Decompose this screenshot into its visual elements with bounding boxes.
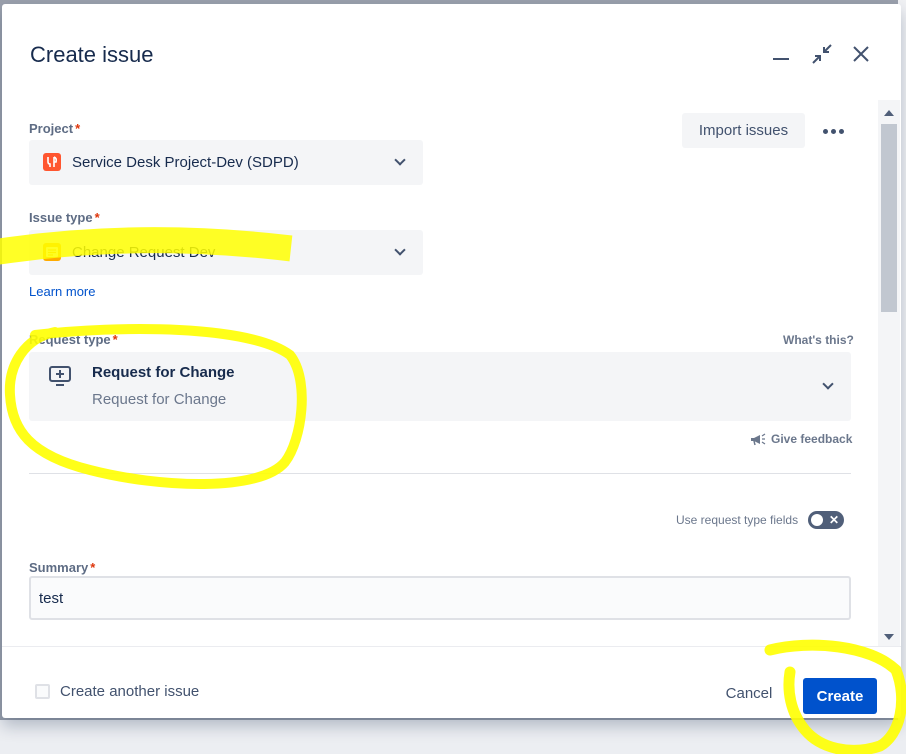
toggle-knob <box>811 514 823 526</box>
issue-type-label: Issue type * <box>29 210 100 225</box>
megaphone-icon <box>751 433 766 446</box>
chevron-down-icon <box>394 154 406 166</box>
import-issues-button[interactable]: Import issues <box>682 113 805 148</box>
summary-input[interactable] <box>29 576 851 620</box>
more-actions-button[interactable] <box>815 118 851 144</box>
section-divider <box>29 473 851 474</box>
dialog-title: Create issue <box>30 42 154 67</box>
create-button[interactable]: Create <box>803 678 877 714</box>
issue-type-value: Change Request Dev <box>72 244 216 261</box>
project-value: Service Desk Project-Dev (SDPD) <box>72 154 299 171</box>
close-button[interactable] <box>847 40 875 68</box>
minimize-icon <box>773 58 789 60</box>
project-label: Project * <box>29 121 81 136</box>
collapse-button[interactable] <box>808 40 836 68</box>
more-icon <box>822 128 844 134</box>
background-page-footer <box>0 720 906 754</box>
request-fields-toggle-label: Use request type fields <box>676 513 799 527</box>
chevron-down-icon <box>394 244 406 256</box>
project-select[interactable]: Service Desk Project-Dev (SDPD) <box>29 140 423 185</box>
summary-label: Summary * <box>29 560 96 575</box>
learn-more-link[interactable]: Learn more <box>29 284 95 299</box>
give-feedback-label: Give feedback <box>771 432 853 446</box>
create-another-label: Create another issue <box>60 683 200 700</box>
request-type-label: Request type * <box>29 332 118 347</box>
dialog-body: Project * Import issues Service Desk Proj… <box>2 100 882 646</box>
change-request-icon <box>43 243 61 261</box>
close-icon <box>853 46 869 62</box>
issue-type-select[interactable]: Change Request Dev <box>29 230 423 275</box>
create-issue-dialog: Create issue Project * Import issues Serv <box>2 4 901 718</box>
chevron-down-icon <box>822 378 834 390</box>
create-another-checkbox[interactable] <box>35 684 50 699</box>
request-type-select[interactable]: Request for Change Request for Change <box>29 352 851 421</box>
minimize-button[interactable] <box>767 40 795 68</box>
request-type-description: Request for Change <box>92 391 227 408</box>
give-feedback-button[interactable]: Give feedback <box>750 432 852 446</box>
dialog-scrollbar[interactable] <box>878 100 900 646</box>
collapse-icon <box>812 44 832 64</box>
request-type-title: Request for Change <box>92 364 235 381</box>
footer-divider <box>2 646 901 647</box>
toggle-off-icon: ✕ <box>829 513 840 527</box>
scroll-up-icon[interactable] <box>884 110 894 116</box>
request-fields-toggle[interactable]: ✕ <box>808 511 844 529</box>
whats-this-link[interactable]: What's this? <box>783 333 854 347</box>
scroll-down-icon[interactable] <box>884 634 894 640</box>
project-avatar-icon <box>43 153 61 171</box>
scrollbar-thumb[interactable] <box>881 124 897 312</box>
monitor-plus-icon <box>49 366 71 386</box>
cancel-button[interactable]: Cancel <box>714 676 784 710</box>
